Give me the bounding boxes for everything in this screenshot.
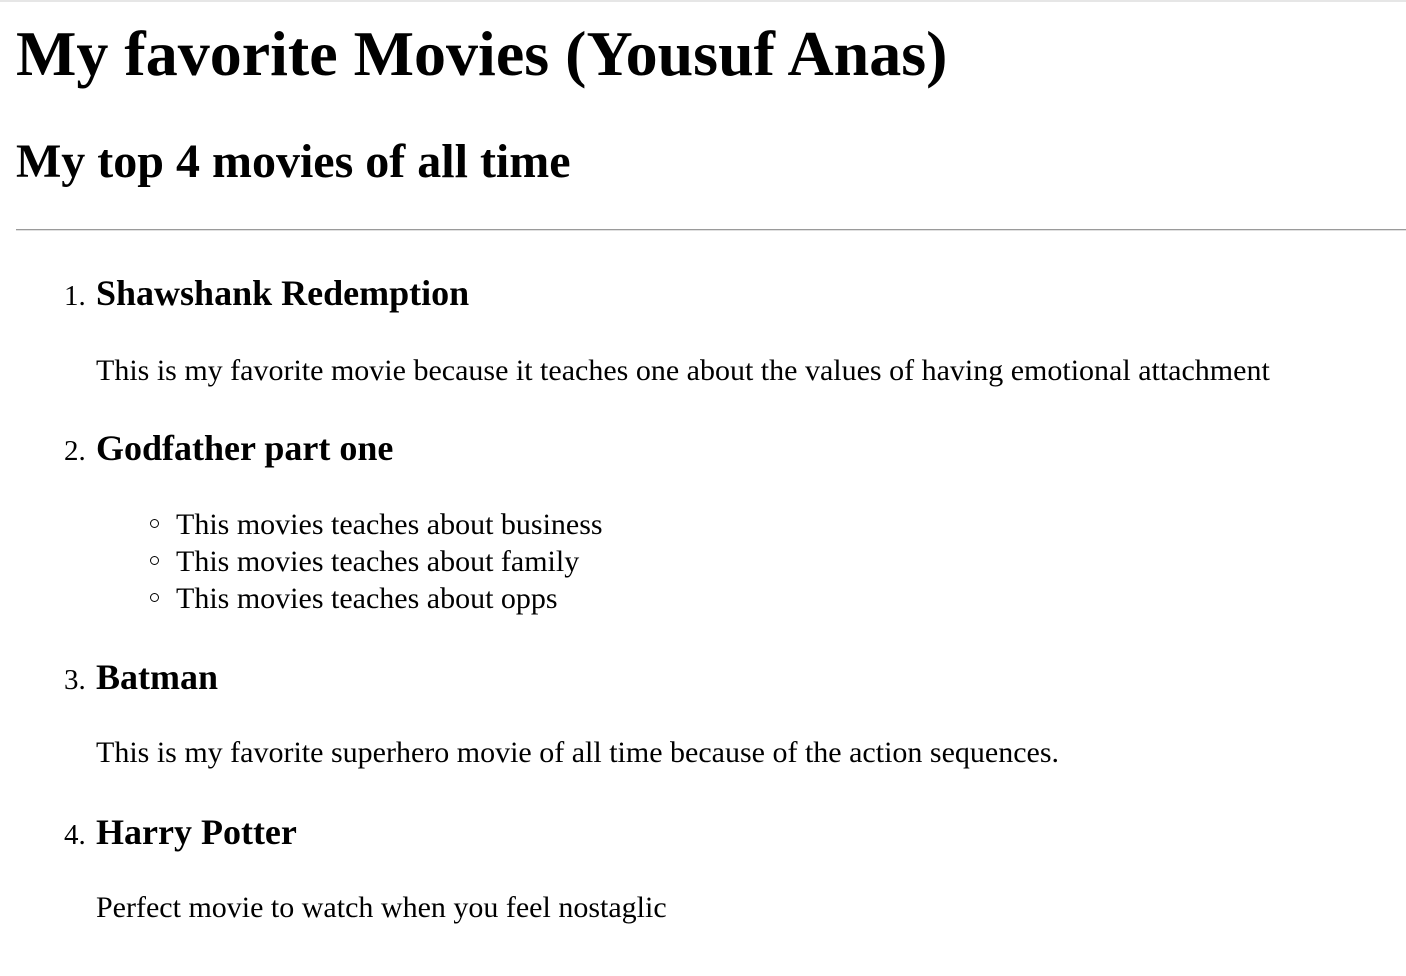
movie-title: Godfather part one [96, 428, 394, 468]
horizontal-rule [16, 229, 1406, 231]
top-border [0, 0, 1406, 2]
circle-bullet-icon [150, 593, 159, 602]
movie-title: Shawshank Redemption [96, 273, 470, 313]
circle-bullet-icon [150, 556, 159, 565]
movie-item-godfather: 2. Godfather part one This movies teache… [64, 428, 1396, 615]
movie-description: Perfect movie to watch when you feel nos… [96, 891, 667, 924]
list-item: This movies teaches about family [150, 543, 603, 580]
movie-item-harry-potter: 4. Harry Potter Perfect movie to watch w… [64, 812, 1396, 924]
list-number: 2. [64, 435, 86, 467]
movie-points-list: This movies teaches about business This … [150, 506, 603, 617]
page-subtitle: My top 4 movies of all time [16, 135, 571, 188]
list-item: This movies teaches about business [150, 506, 603, 543]
list-item: This movies teaches about opps [150, 580, 603, 617]
page-title: My favorite Movies (Yousuf Anas) [16, 18, 948, 89]
list-item-text: This movies teaches about family [176, 545, 580, 578]
list-number: 1. [64, 280, 86, 312]
list-item-text: This movies teaches about opps [176, 582, 558, 615]
movie-title: Batman [96, 657, 219, 697]
movie-item-shawshank: 1. Shawshank Redemption This is my favor… [64, 273, 1396, 387]
movie-title: Harry Potter [96, 812, 297, 852]
movie-description: This is my favorite superhero movie of a… [96, 736, 1060, 769]
list-item-text: This movies teaches about business [176, 508, 603, 541]
movie-item-batman: 3. Batman This is my favorite superhero … [64, 657, 1396, 769]
list-number: 4. [64, 819, 86, 851]
list-number: 3. [64, 664, 86, 696]
circle-bullet-icon [150, 519, 159, 528]
movie-description: This is my favorite movie because it tea… [96, 354, 1270, 387]
